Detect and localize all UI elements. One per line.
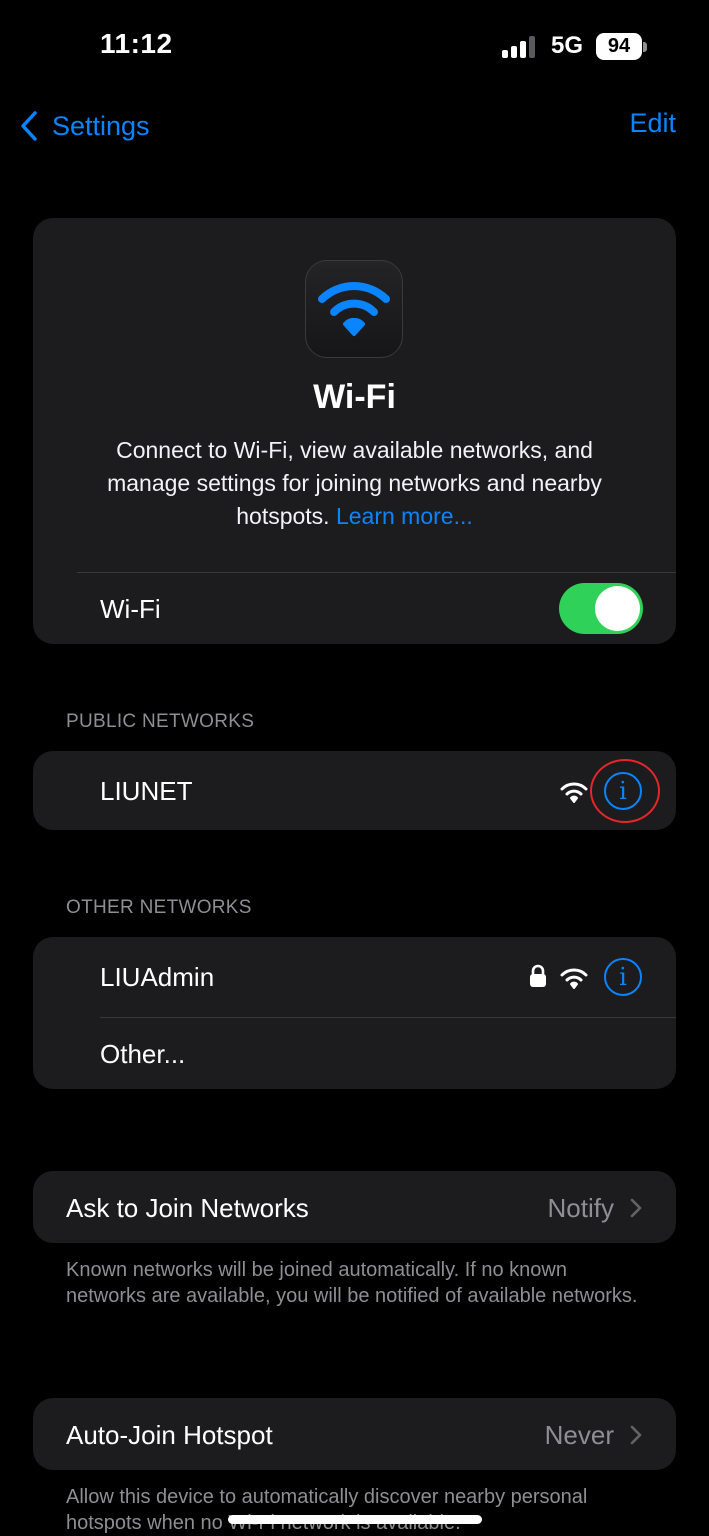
network-row-liunet[interactable]: LIUNET i — [33, 751, 676, 830]
wifi-app-icon — [305, 260, 403, 358]
divider — [77, 572, 676, 573]
status-time: 11:12 — [100, 28, 173, 59]
chevron-left-icon — [21, 111, 37, 141]
highlight-annotation — [590, 759, 660, 823]
auto-join-hotspot-footnote: Allow this device to automatically disco… — [66, 1486, 588, 1534]
learn-more-link[interactable]: Learn more... — [336, 503, 473, 529]
home-indicator[interactable] — [228, 1515, 482, 1524]
ask-to-join-row[interactable]: Ask to Join Networks Notify — [33, 1171, 676, 1243]
back-button[interactable]: Settings — [20, 106, 150, 146]
wifi-icon — [318, 282, 390, 336]
auto-join-hotspot-value: Never — [544, 1420, 614, 1450]
chevron-right-icon — [630, 1198, 642, 1218]
public-networks-list: LIUNET i — [33, 751, 676, 830]
battery-icon: 94 — [596, 33, 642, 60]
ask-to-join-label: Ask to Join Networks — [66, 1193, 309, 1223]
lock-icon — [530, 964, 546, 987]
auto-join-hotspot-row[interactable]: Auto-Join Hotspot Never — [33, 1398, 676, 1470]
back-label: Settings — [52, 110, 150, 141]
auto-join-hotspot-label: Auto-Join Hotspot — [66, 1420, 273, 1450]
other-network-label: Other... — [100, 1039, 186, 1069]
toggle-knob — [595, 586, 640, 631]
battery-cap — [643, 42, 647, 52]
edit-button[interactable]: Edit — [629, 108, 676, 139]
chevron-right-icon — [630, 1425, 642, 1445]
network-row-liuadmin[interactable]: LIUAdmin i — [33, 937, 676, 1017]
cellular-signal-icon — [502, 36, 538, 58]
wifi-signal-icon — [560, 782, 588, 803]
wifi-toggle-label: Wi-Fi — [100, 594, 161, 624]
network-name: LIUNET — [100, 776, 193, 806]
network-name: LIUAdmin — [100, 962, 215, 992]
wifi-toggle[interactable] — [559, 583, 643, 634]
info-icon[interactable]: i — [604, 958, 642, 996]
ask-to-join-value: Notify — [547, 1193, 614, 1223]
page-title: Wi-Fi — [313, 378, 396, 416]
other-networks-list: LIUAdmin i Other... — [33, 937, 676, 1089]
network-type: 5G — [551, 32, 584, 59]
hero-description: Connect to Wi-Fi, view available network… — [73, 434, 636, 533]
section-header-other: OTHER NETWORKS — [66, 897, 252, 918]
ask-to-join-footnote: Known networks will be joined automatica… — [66, 1259, 638, 1307]
section-header-public: PUBLIC NETWORKS — [66, 711, 255, 732]
other-network-row[interactable]: Other... — [33, 1018, 676, 1089]
wifi-hero-card: Wi-Fi Connect to Wi-Fi, view available n… — [33, 218, 676, 644]
battery-level: 94 — [607, 35, 631, 57]
wifi-signal-icon — [560, 968, 588, 989]
